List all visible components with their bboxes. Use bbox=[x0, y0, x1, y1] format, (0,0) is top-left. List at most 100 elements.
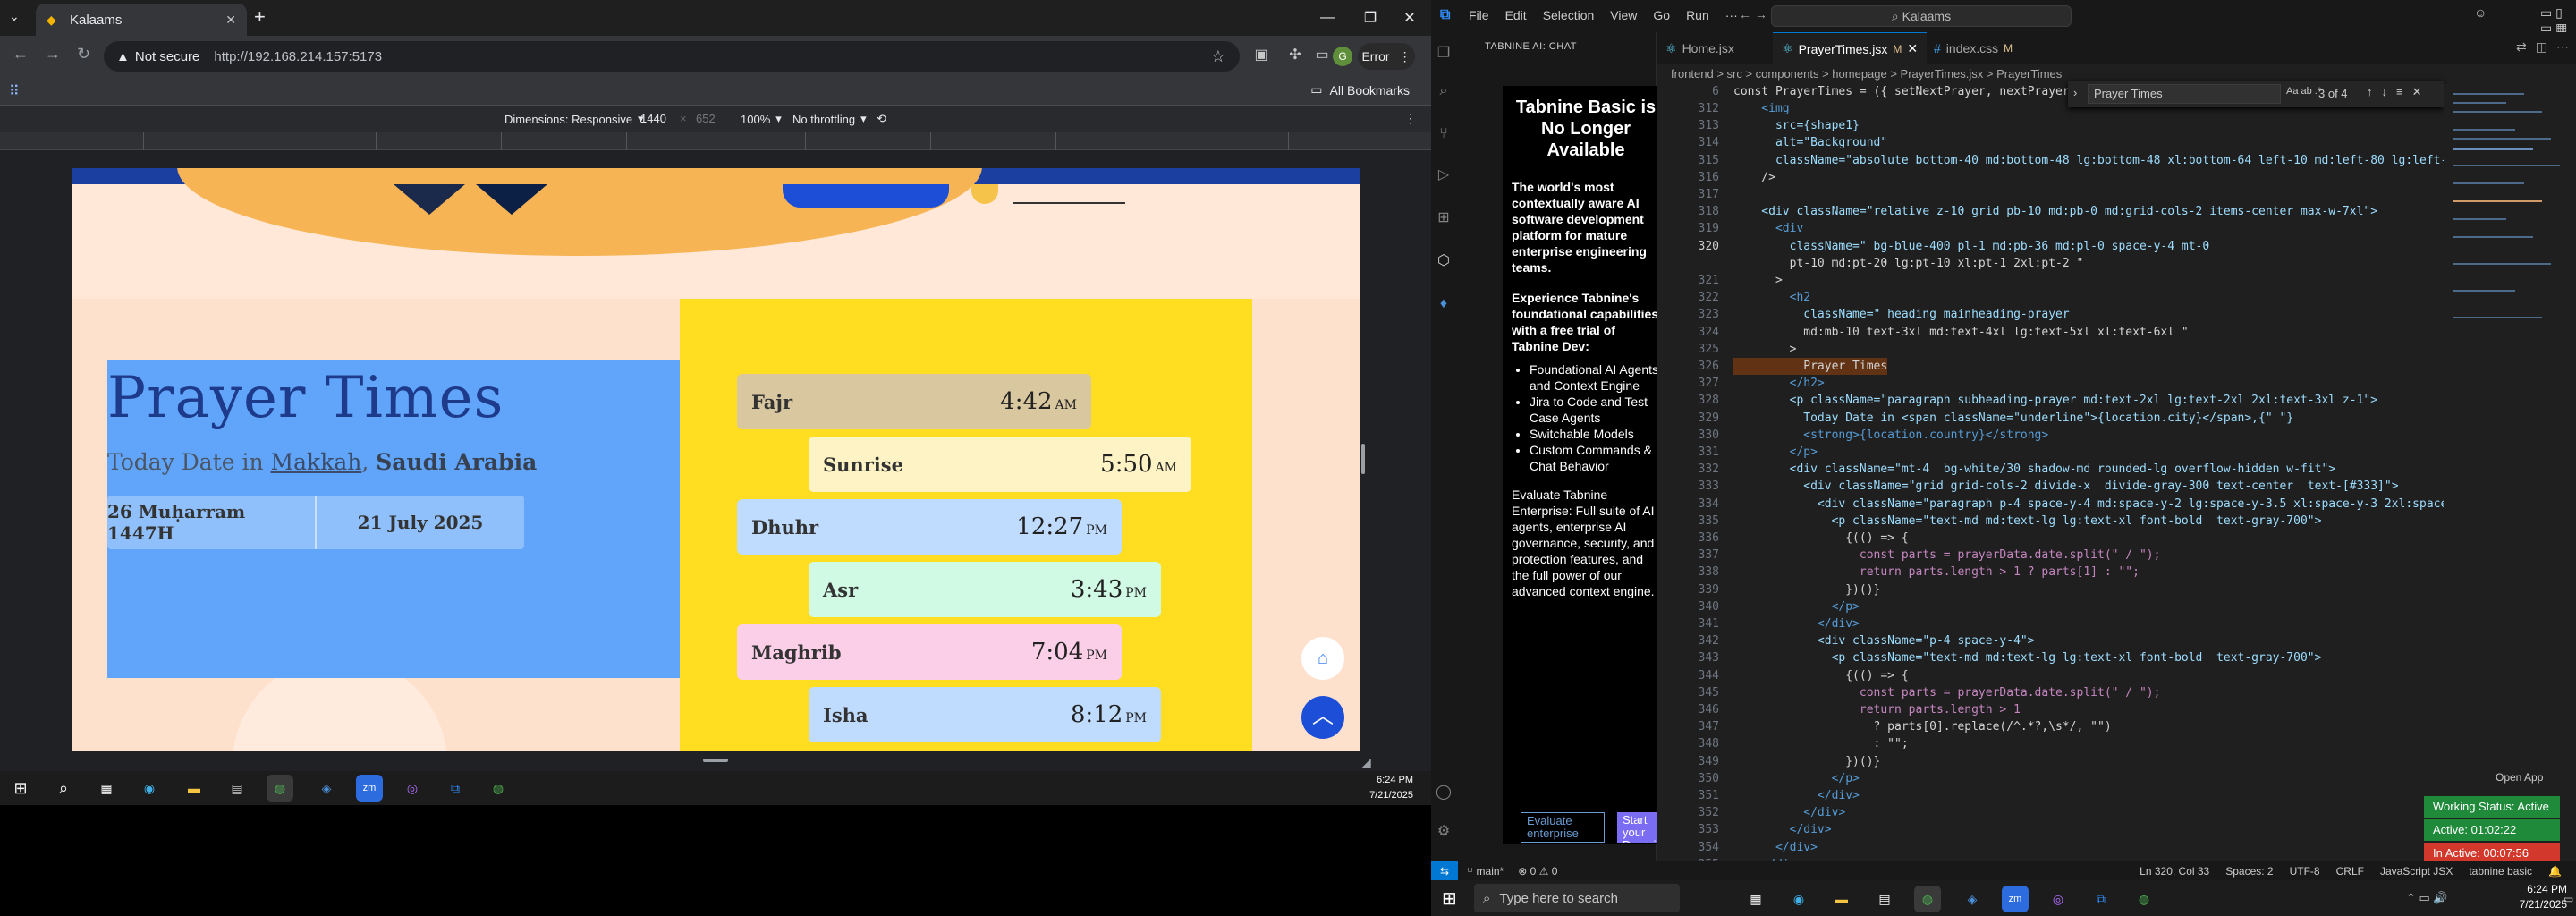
code-line[interactable]: <h2 bbox=[1733, 289, 1810, 306]
close-find-icon[interactable]: ✕ bbox=[2412, 85, 2422, 99]
encoding[interactable]: UTF-8 bbox=[2290, 865, 2320, 878]
taskbar-clock[interactable]: 6:24 PM 7/21/2025 bbox=[2487, 882, 2567, 912]
notifications-icon[interactable]: 🔔 bbox=[2548, 865, 2562, 878]
code-line[interactable]: </p> bbox=[1733, 598, 1860, 615]
dimensions-select[interactable]: Dimensions: Responsive ▾ bbox=[504, 112, 644, 126]
file-explorer-icon[interactable]: ▬ bbox=[1828, 886, 1855, 912]
restore-icon[interactable]: ❐ bbox=[1349, 0, 1392, 36]
code-line[interactable]: > bbox=[1733, 341, 1797, 358]
menu-go[interactable]: Go bbox=[1653, 8, 1670, 22]
tabnine-status[interactable]: tabnine basic bbox=[2469, 865, 2532, 878]
store-icon[interactable]: ▤ bbox=[224, 775, 250, 802]
tab-close-icon[interactable]: ✕ bbox=[225, 13, 236, 28]
code-line[interactable]: ? parts[0].replace(/^.*?,\s*/, "") bbox=[1733, 718, 2112, 735]
find-input[interactable]: Prayer Times bbox=[2088, 84, 2281, 104]
code-line[interactable]: </h2> bbox=[1733, 375, 1825, 392]
zoom-app-icon[interactable]: zm bbox=[2002, 886, 2029, 912]
viewport-corner-resize[interactable]: ◢ bbox=[1361, 755, 1371, 770]
code-line[interactable]: return parts.length > 1 bbox=[1733, 701, 2021, 718]
code-line[interactable]: : ""; bbox=[1733, 735, 1909, 752]
explorer-icon[interactable]: ❐ bbox=[1435, 45, 1453, 63]
code-line[interactable]: src={shape1} bbox=[1733, 117, 1860, 134]
minimap[interactable] bbox=[2444, 84, 2576, 861]
drop-icon[interactable]: ♦ bbox=[1435, 295, 1453, 313]
code-line[interactable]: })()} bbox=[1733, 753, 1880, 770]
forward-icon[interactable]: → bbox=[45, 45, 61, 64]
expand-replace-icon[interactable]: › bbox=[2073, 86, 2077, 99]
code-line[interactable]: })()} bbox=[1733, 581, 1880, 598]
copilot-icon[interactable]: ☺ bbox=[2474, 5, 2487, 20]
extension-icon[interactable]: ▣ bbox=[1250, 45, 1272, 66]
menu-selection[interactable]: Selection bbox=[1543, 8, 1595, 22]
find-in-selection-icon[interactable]: ≡ bbox=[2396, 85, 2403, 99]
address-bar[interactable]: ▲ Not secure http://192.168.214.157:5173… bbox=[104, 41, 1240, 72]
edge-icon[interactable]: ◉ bbox=[136, 775, 163, 802]
language-mode[interactable]: JavaScript JSX bbox=[2380, 865, 2453, 878]
tab-prayertimes-jsx[interactable]: ⚛ PrayerTimes.jsx M ✕ bbox=[1773, 32, 1928, 64]
file-explorer-icon[interactable]: ▬ bbox=[181, 775, 208, 802]
code-line[interactable]: </div> bbox=[1733, 787, 1860, 804]
device-more-icon[interactable]: ⋮ bbox=[1404, 111, 1417, 126]
command-center-search[interactable]: ⌕ Kalaams bbox=[1771, 5, 2072, 27]
code-line[interactable]: </div> bbox=[1733, 615, 1860, 632]
layout-icons[interactable]: ▭ ▯ ▭ ▦ bbox=[2540, 5, 2576, 36]
close-window-icon[interactable]: ✕ bbox=[1388, 0, 1431, 36]
sidepanel-icon[interactable]: ▭ bbox=[1311, 45, 1333, 66]
app-icon[interactable]: ◈ bbox=[313, 775, 340, 802]
evaluate-enterprise-button[interactable]: Evaluate enterprise bbox=[1521, 812, 1605, 843]
tab-close-icon[interactable]: ✕ bbox=[1907, 41, 1918, 56]
zoom-select[interactable]: 100% ▾ bbox=[741, 112, 782, 126]
minimize-icon[interactable]: — bbox=[1306, 0, 1349, 36]
code-line[interactable]: Today Date in <span className="underline… bbox=[1733, 410, 2293, 427]
error-button[interactable]: Error ⋮ bbox=[1358, 43, 1415, 70]
city-link[interactable]: Makkah bbox=[271, 449, 362, 475]
height-input[interactable]: 652 bbox=[696, 112, 716, 125]
system-tray-icons[interactable]: ⌃ ▭ 🔊 bbox=[2406, 891, 2448, 905]
taskbar-clock[interactable]: 6:24 PM 7/21/2025 bbox=[1324, 773, 1431, 803]
all-bookmarks[interactable]: ▭ All Bookmarks bbox=[1310, 82, 1410, 98]
code-line[interactable]: </div> bbox=[1733, 804, 1845, 821]
taskbar-search[interactable]: ⌕ Type here to search bbox=[1474, 884, 1680, 912]
github-icon[interactable]: ◎ bbox=[2045, 886, 2072, 912]
back-to-top-button[interactable]: ︿ bbox=[1301, 696, 1344, 739]
code-line[interactable]: alt="Background" bbox=[1733, 134, 1887, 151]
windows-start-icon[interactable]: ⊞ bbox=[7, 775, 34, 802]
remote-icon[interactable]: ⇆ bbox=[1431, 861, 1458, 881]
code-line[interactable]: const parts = prayerData.date.split(" / … bbox=[1733, 547, 2161, 564]
tabnine-icon[interactable]: ⬡ bbox=[1435, 252, 1453, 270]
tab-index-css[interactable]: # index.css M bbox=[1925, 32, 2021, 64]
code-editor[interactable]: 6 const PrayerTimes = ({ setNextPrayer, … bbox=[1657, 84, 2444, 861]
menu-run[interactable]: Run bbox=[1686, 8, 1709, 22]
menu-more[interactable]: ··· bbox=[1725, 8, 1738, 22]
code-line[interactable]: {(() => { bbox=[1733, 667, 1908, 684]
code-line[interactable]: className=" heading mainheading-prayer bbox=[1733, 306, 2069, 323]
extensions-icon[interactable]: ⊞ bbox=[1435, 209, 1453, 227]
back-icon[interactable]: ← bbox=[13, 45, 29, 64]
security-indicator[interactable]: ▲ Not secure bbox=[116, 49, 199, 64]
chrome-icon-2[interactable]: ◍ bbox=[485, 775, 512, 802]
reload-icon[interactable]: ↻ bbox=[77, 45, 90, 64]
code-line[interactable]: const parts = prayerData.date.split(" / … bbox=[1733, 684, 2161, 701]
vscode-icon[interactable]: ⧉ bbox=[442, 775, 469, 802]
search-icon[interactable]: ⌕ bbox=[50, 775, 77, 802]
code-line[interactable]: {(() => { bbox=[1733, 530, 1908, 547]
chrome-icon[interactable]: ◍ bbox=[1914, 886, 1941, 912]
code-line[interactable]: <div className="grid grid-cols-2 divide-… bbox=[1733, 478, 2398, 495]
previous-match-icon[interactable]: ↑ bbox=[2367, 85, 2373, 99]
viewport-resize-handle-bottom[interactable] bbox=[703, 759, 728, 762]
code-line[interactable]: <img bbox=[1733, 100, 1789, 117]
code-line[interactable]: <div className="p-4 space-y-4"> bbox=[1733, 632, 2035, 649]
search-icon[interactable]: ⌕ bbox=[1435, 82, 1453, 100]
open-app-button[interactable]: Open App bbox=[2496, 771, 2543, 784]
cursor-position[interactable]: Ln 320, Col 33 bbox=[2140, 865, 2209, 878]
menu-file[interactable]: File bbox=[1469, 8, 1489, 22]
task-view-icon[interactable]: ▦ bbox=[1742, 886, 1769, 912]
tab-search-chevron-icon[interactable]: ⌄ bbox=[9, 9, 20, 24]
zoom-app-icon[interactable]: zm bbox=[356, 775, 383, 802]
github-icon[interactable]: ◎ bbox=[399, 775, 426, 802]
apps-grid-icon[interactable]: ⠿ bbox=[9, 82, 20, 100]
avatar[interactable]: G bbox=[1333, 47, 1352, 66]
width-input[interactable]: 1440 bbox=[640, 112, 666, 125]
code-line[interactable]: > bbox=[1733, 272, 1783, 289]
menu-edit[interactable]: Edit bbox=[1505, 8, 1527, 22]
